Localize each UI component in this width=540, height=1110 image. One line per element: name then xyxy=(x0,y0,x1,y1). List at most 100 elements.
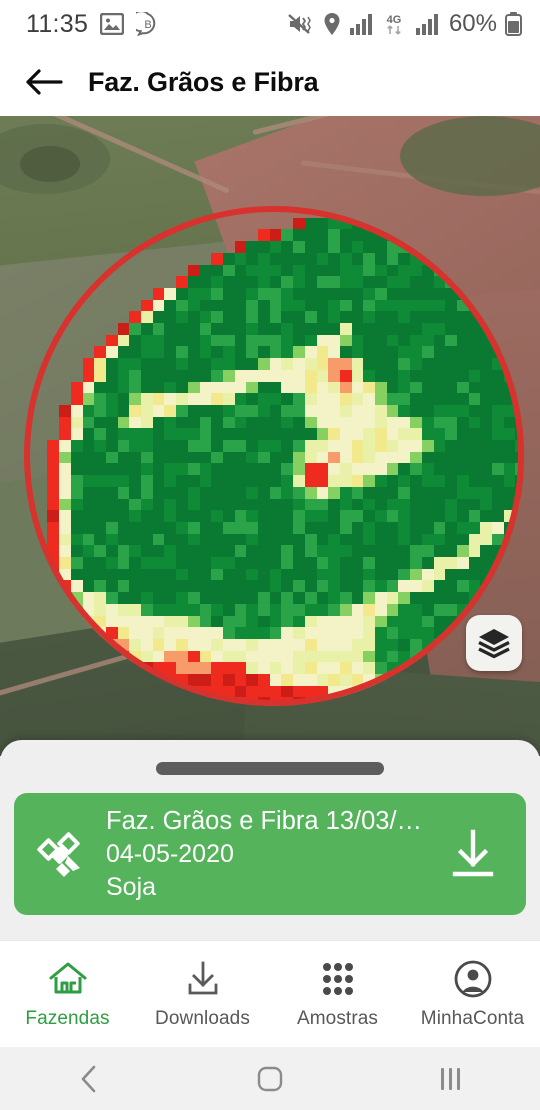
location-pin-icon xyxy=(323,12,341,36)
app-bar: Faz. Grãos e Fibra xyxy=(0,48,540,116)
card-crop: Soja xyxy=(106,872,157,901)
status-bar: 11:35 B 4G 60% xyxy=(0,0,540,48)
ndvi-cell xyxy=(503,568,516,581)
satellite-icon xyxy=(37,832,80,877)
card-download-button[interactable] xyxy=(434,826,512,882)
battery-percent-label: 60% xyxy=(448,10,497,37)
ndvi-cell xyxy=(129,674,142,687)
ndvi-cell xyxy=(398,674,411,687)
ndvi-cell xyxy=(410,685,423,698)
network-4g-icon: 4G xyxy=(381,12,407,36)
system-recents-button[interactable] xyxy=(360,1067,540,1090)
map-view[interactable] xyxy=(0,116,540,756)
ndvi-cell xyxy=(503,334,516,347)
home-icon xyxy=(48,959,88,999)
bottom-sheet[interactable]: Faz. Grãos e Fibra 13/03/… 04-05-2020 So… xyxy=(0,740,540,940)
ndvi-cell xyxy=(515,381,524,394)
nav-item-amostras[interactable]: Amostras xyxy=(270,959,405,1030)
ndvi-cell xyxy=(456,252,470,266)
ndvi-cell xyxy=(351,206,364,219)
ndvi-cell xyxy=(492,287,505,301)
download-card[interactable]: Faz. Grãos e Fibra 13/03/… 04-05-2020 So… xyxy=(14,793,526,915)
ndvi-cell xyxy=(59,603,72,617)
ndvi-cell xyxy=(515,568,524,581)
ndvi-cell xyxy=(480,299,493,312)
ndvi-cell xyxy=(386,697,399,706)
ndvi-cell xyxy=(152,685,165,698)
satellite-icon-wrap xyxy=(28,823,102,885)
ndvi-cell xyxy=(503,592,516,605)
nav-label-downloads: Downloads xyxy=(155,1007,250,1029)
ndvi-cell xyxy=(94,662,107,675)
ndvi-cell xyxy=(421,674,435,687)
ndvi-cell xyxy=(456,241,470,254)
ndvi-cell xyxy=(492,323,505,336)
ndvi-cell xyxy=(515,346,524,359)
ndvi-cell xyxy=(503,323,516,336)
signal-bars-2-icon xyxy=(415,13,439,35)
nav-item-fazendas[interactable]: Fazendas xyxy=(0,959,135,1030)
sheet-drag-handle[interactable] xyxy=(156,762,384,775)
nav-item-minhaconta[interactable]: MinhaConta xyxy=(405,959,540,1030)
system-back-icon xyxy=(81,1065,96,1092)
ndvi-cell xyxy=(105,674,119,687)
back-button[interactable] xyxy=(22,60,66,104)
ndvi-cell xyxy=(386,685,399,698)
ndvi-cell xyxy=(375,685,388,698)
ndvi-cell xyxy=(445,252,458,266)
ndvi-cell xyxy=(141,697,154,706)
ndvi-cell xyxy=(492,299,505,312)
ndvi-cell xyxy=(164,685,177,698)
ndvi-cell xyxy=(468,276,481,289)
system-home-button[interactable] xyxy=(180,1064,360,1094)
ndvi-cell xyxy=(503,299,516,312)
status-bar-left: 11:35 B xyxy=(26,10,160,39)
layers-button[interactable] xyxy=(466,615,522,671)
ndvi-cell xyxy=(176,697,189,706)
system-navigation-bar xyxy=(0,1047,540,1110)
nav-item-downloads[interactable]: Downloads xyxy=(135,959,270,1030)
ndvi-cell xyxy=(468,287,481,301)
system-back-button[interactable] xyxy=(0,1064,180,1094)
ndvi-cell xyxy=(363,206,376,219)
ndvi-cell xyxy=(386,206,399,219)
ndvi-cell xyxy=(421,662,435,675)
ndvi-cell xyxy=(515,592,524,605)
ndvi-cell xyxy=(503,287,516,301)
ndvi-cell xyxy=(515,369,524,383)
ndvi-cell xyxy=(503,346,516,359)
ndvi-cell xyxy=(94,650,107,663)
bixby-icon: B xyxy=(136,12,160,36)
ndvi-cell xyxy=(129,697,142,706)
ndvi-cell xyxy=(410,217,423,230)
ndvi-cell xyxy=(492,276,505,289)
download-icon xyxy=(452,829,494,877)
ndvi-cell xyxy=(503,311,516,324)
back-arrow-icon xyxy=(26,69,63,95)
mute-vibrate-icon xyxy=(287,12,315,36)
app-root: 11:35 B 4G 60% Faz. Grãos e Fibra Faz. G… xyxy=(0,0,540,1110)
ndvi-cell xyxy=(433,229,446,242)
terrain-scrub-2 xyxy=(20,146,80,182)
ndvi-cell xyxy=(503,580,516,593)
nav-label-amostras: Amostras xyxy=(296,1007,379,1029)
ndvi-overlay[interactable] xyxy=(24,206,524,706)
nav-label-minhaconta: MinhaConta xyxy=(420,1007,525,1029)
ndvi-cell xyxy=(398,685,411,698)
ndvi-cell xyxy=(375,697,388,706)
ndvi-cell xyxy=(410,697,423,706)
ndvi-cell xyxy=(339,697,353,706)
system-recents-icon xyxy=(440,1067,460,1090)
ndvi-cell xyxy=(515,533,524,546)
system-home-icon xyxy=(257,1066,283,1091)
ndvi-cell xyxy=(363,697,376,706)
ndvi-cell xyxy=(410,229,423,242)
ndvi-cell xyxy=(70,615,84,628)
ndvi-cell xyxy=(468,252,481,266)
ndvi-cell xyxy=(105,662,119,675)
svg-text:4G: 4G xyxy=(387,14,402,26)
ndvi-cell xyxy=(199,697,212,706)
ndvi-cell xyxy=(82,638,95,652)
battery-icon xyxy=(505,12,522,36)
ndvi-cell xyxy=(351,697,364,706)
